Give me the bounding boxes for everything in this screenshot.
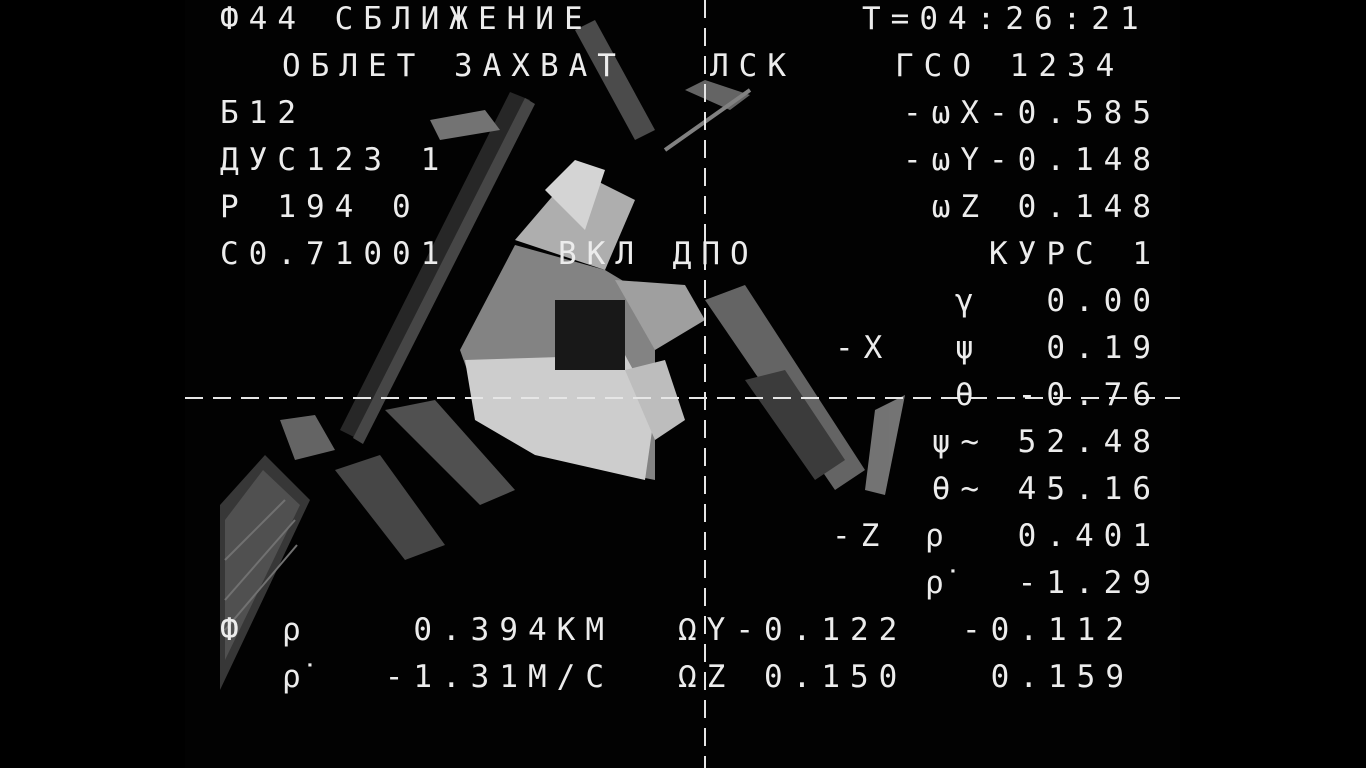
submode-label: ОБЛЕТ ЗАХВАТ [282, 48, 626, 84]
rho-dot-symbol: ρ̇ [925, 565, 954, 601]
p-readout: Р 194 0 [220, 189, 421, 225]
rho-symbol: ρ [925, 518, 954, 554]
b12-label: Б12 [220, 95, 306, 131]
omega-y-readout: -ωY-0.148 [903, 142, 1161, 178]
omega-z-bottom-readout: ΩZ 0.150 [678, 659, 908, 695]
psi-readout: 0.19 [1046, 330, 1161, 366]
minus-z-marker: -Z [832, 518, 890, 554]
dus-label: ДУС123 1 [220, 142, 450, 178]
omega-y-bottom-readout-2: -0.112 [962, 612, 1134, 648]
omega-x-readout: -ωX-0.585 [903, 95, 1161, 131]
range-rate-symbol: ρ̇ [282, 659, 311, 695]
dpo-status: ВКЛ ДПО [558, 236, 759, 272]
rho-readout: 0.401 [1017, 518, 1161, 554]
frame-label: ЛСК [710, 48, 796, 84]
omega-z-readout: ωZ 0.148 [931, 189, 1161, 225]
psi-approx-readout: ψ~ 52.48 [931, 424, 1161, 460]
theta-readout: -0.76 [1017, 377, 1161, 413]
omega-y-bottom-readout: ΩY-0.122 [678, 612, 908, 648]
range-readout: 0.394КМ [413, 612, 614, 648]
range-rate-readout: -1.31М/С [384, 659, 614, 695]
psi-symbol: ψ [955, 330, 984, 366]
theta-symbol: θ [955, 377, 984, 413]
kurs-label: КУРС 1 [989, 236, 1161, 272]
timer-readout: Т=04:26:21 [862, 1, 1149, 37]
mode-label: Ф44 СБЛИЖЕНИЕ [220, 1, 593, 37]
omega-z-bottom-readout-2: 0.159 [990, 659, 1134, 695]
gso-label: ГСО 1234 [895, 48, 1125, 84]
phi-label: Ф [220, 612, 249, 648]
docking-camera-screen: Ф44 СБЛИЖЕНИЕ Т=04:26:21 ОБЛЕТ ЗАХВАТ ЛС… [0, 0, 1366, 768]
minus-x-marker: -X [835, 330, 893, 366]
gamma-readout: 0.00 [1046, 283, 1161, 319]
rho-dot-readout: -1.29 [1017, 565, 1161, 601]
gamma-symbol: γ [955, 283, 984, 319]
theta-approx-readout: θ~ 45.16 [931, 471, 1161, 507]
c-readout: С0.71001 [220, 236, 450, 272]
range-symbol: ρ [282, 612, 311, 648]
